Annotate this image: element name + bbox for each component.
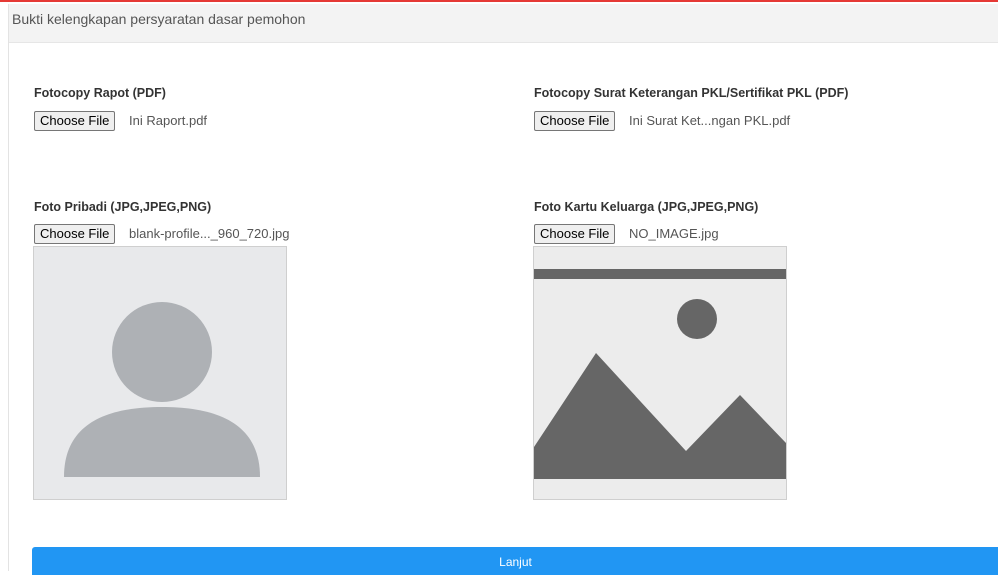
foto-pribadi-label: Foto Pribadi (JPG,JPEG,PNG) [34,200,212,214]
rapot-file-name: Ini Raport.pdf [129,113,208,128]
rapot-choose-file-button[interactable]: Choose File [34,111,116,131]
kartu-keluarga-label: Foto Kartu Keluarga (JPG,JPEG,PNG) [534,200,759,214]
requirements-card: Bukti kelengkapan persyaratan dasar pemo… [8,4,998,575]
card-header-title: Bukti kelengkapan persyaratan dasar pemo… [12,11,306,27]
top-accent-line [0,0,998,2]
image-placeholder-icon [534,247,786,499]
kartu-keluarga-choose-file-button[interactable]: Choose File [534,224,616,244]
pkl-choose-file-button[interactable]: Choose File [534,111,616,131]
pkl-label: Fotocopy Surat Keterangan PKL/Sertifikat… [534,86,849,100]
avatar-placeholder-icon [34,247,286,499]
foto-pribadi-choose-file-button[interactable]: Choose File [34,224,116,244]
kartu-keluarga-file-name: NO_IMAGE.jpg [629,226,719,241]
rapot-label: Fotocopy Rapot (PDF) [34,86,166,100]
foto-pribadi-file-name: blank-profile..._960_720.jpg [129,226,290,241]
pkl-file-name: Ini Surat Ket...ngan PKL.pdf [629,113,791,128]
kartu-keluarga-preview [533,246,787,500]
foto-pribadi-preview [33,246,287,500]
card-header: Bukti kelengkapan persyaratan dasar pemo… [9,4,998,43]
